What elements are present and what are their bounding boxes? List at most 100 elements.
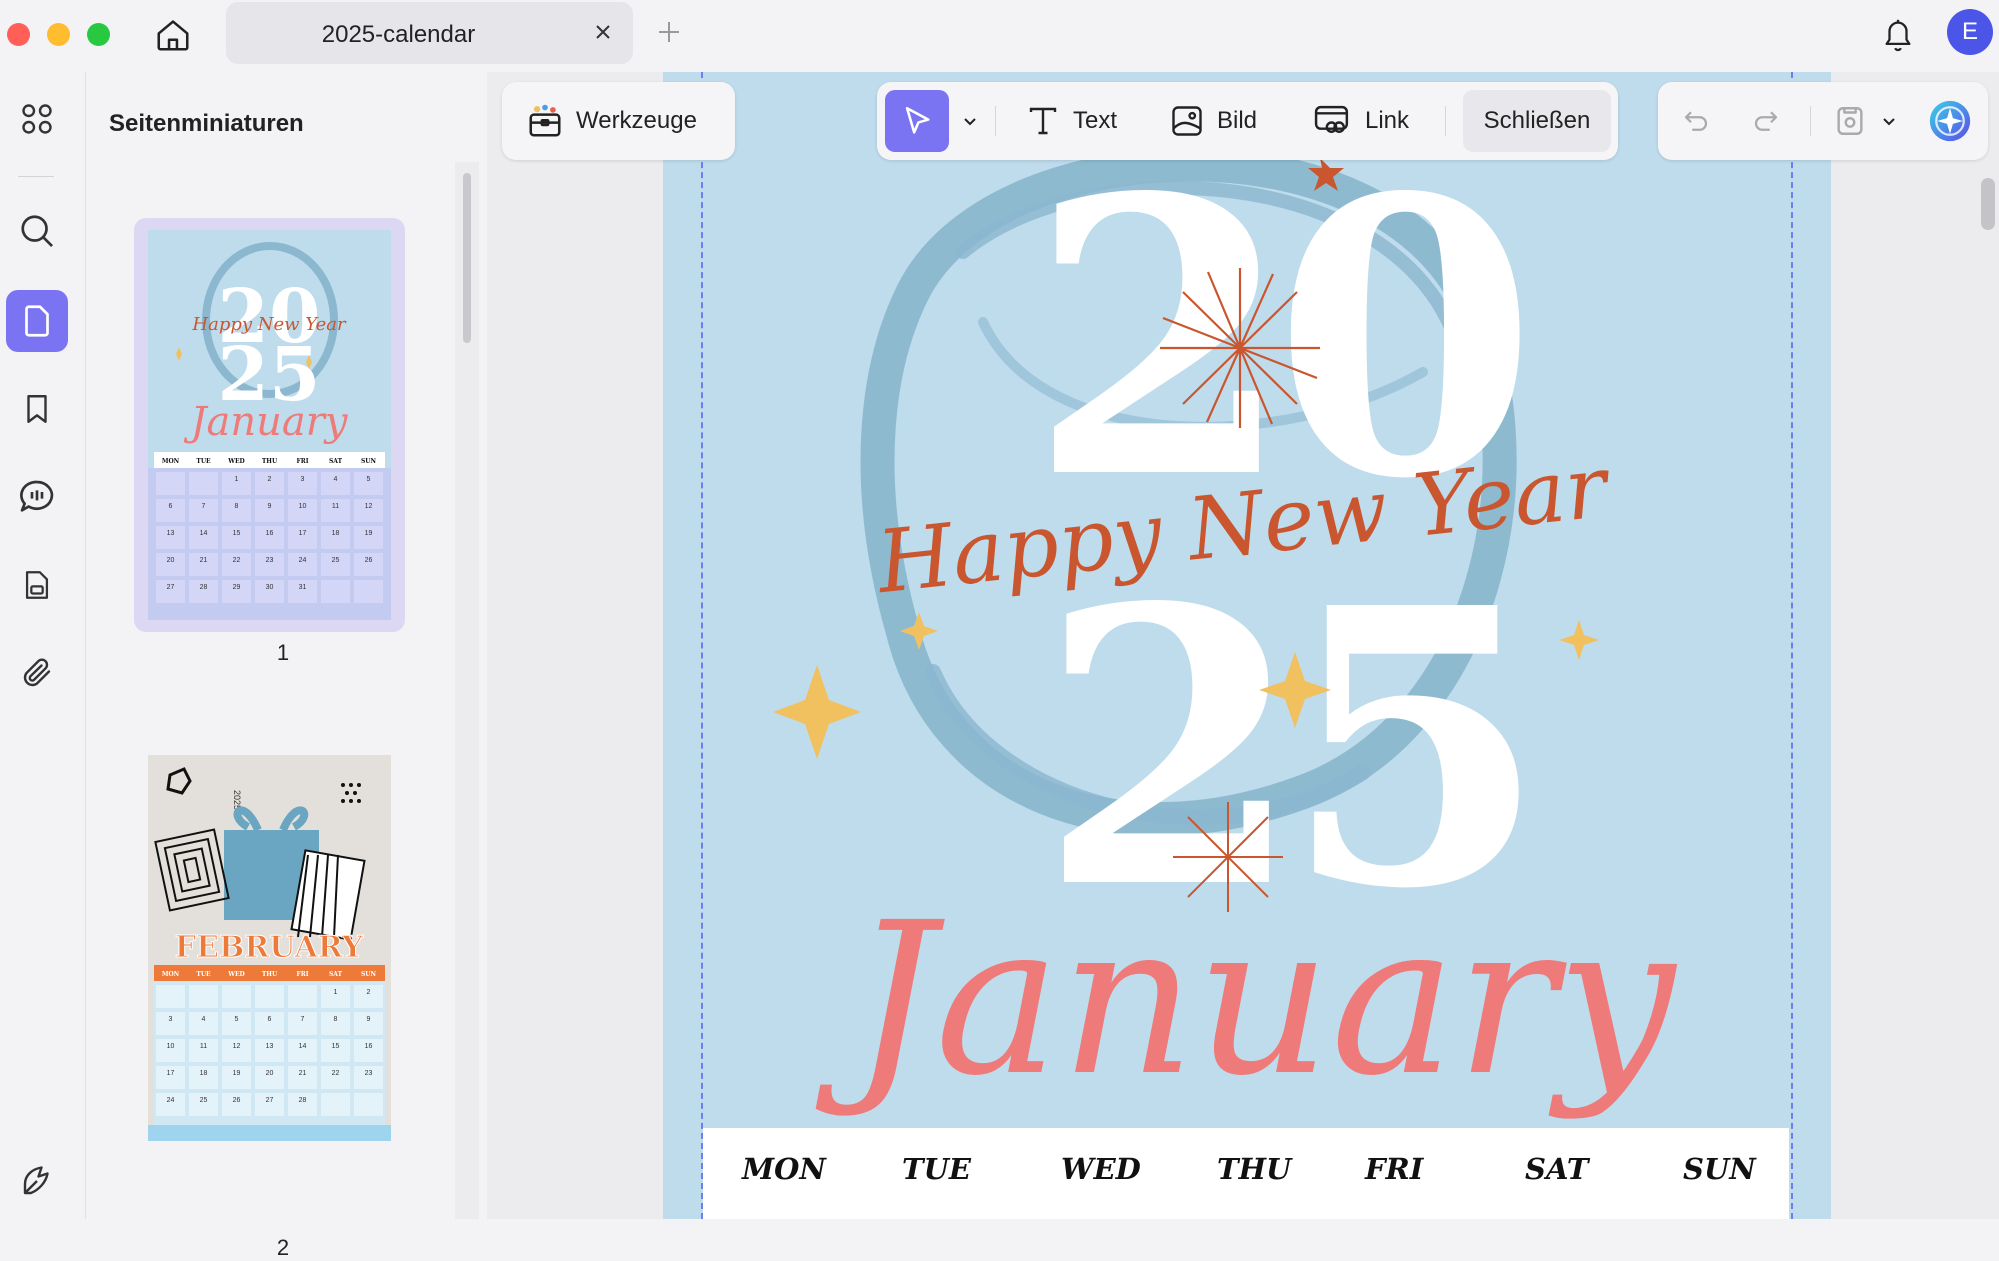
thumbnail-day-cell: [255, 985, 284, 1008]
month-title: January: [815, 877, 1677, 1122]
thumbnail-day-number: 11: [332, 503, 339, 510]
select-tool-button[interactable]: [885, 90, 949, 152]
thumbnail-day-number: 27: [266, 1097, 274, 1104]
link-tool-label: Link: [1365, 107, 1410, 134]
ai-assistant-button[interactable]: [1926, 90, 1974, 152]
thumbnail-weekday: SAT: [329, 458, 343, 465]
rail-organize-button[interactable]: [6, 88, 68, 150]
thumbnail-day-number: 13: [266, 1043, 274, 1050]
thumbnail-day-number: 25: [200, 1097, 208, 1104]
calendar-page[interactable]: 20 25 Happy New Year January: [663, 72, 1831, 1219]
thumbnail-day-number: 4: [334, 476, 338, 483]
thumbnail-2-art: 2025 FEBRUARY MON TUE WED THU FRI SAT SUN 1 23 4…: [148, 755, 391, 1141]
window-minimize-button[interactable]: [47, 23, 70, 46]
thumbnail-day-number: 20: [266, 1070, 274, 1077]
thumbnail-day-number: 25: [332, 557, 340, 564]
thumbnail-weekday: TUE: [196, 971, 211, 978]
thumbnail-day-number: 6: [169, 503, 173, 510]
toolbar-separator: [1810, 106, 1811, 136]
window-zoom-button[interactable]: [87, 23, 110, 46]
close-edit-button[interactable]: Schließen: [1463, 90, 1611, 152]
thumbnail-day-number: 23: [266, 557, 274, 564]
weekday-sat: SAT: [1525, 1152, 1589, 1186]
rail-sign-button[interactable]: [6, 1150, 68, 1212]
thumbnail-day-number: 14: [299, 1043, 307, 1050]
tab-title: 2025-calendar: [321, 21, 476, 48]
tab-close-button[interactable]: [591, 20, 615, 44]
window-close-button[interactable]: [7, 23, 30, 46]
thumbnail-day-number: 31: [299, 584, 307, 591]
ai-assistant-icon: [1929, 100, 1971, 142]
redo-icon: [1754, 111, 1778, 131]
image-tool-label: Bild: [1217, 107, 1258, 134]
thumbnail-day-number: 19: [365, 530, 373, 537]
search-icon: [21, 215, 53, 247]
home-button[interactable]: [150, 12, 196, 58]
thumbnail-day-number: 7: [202, 503, 206, 510]
thumbnail-day-number: 16: [266, 530, 274, 537]
rail-comments-button[interactable]: [6, 466, 68, 528]
rail-thumbnails-button[interactable]: [6, 290, 68, 352]
thumbnail-day-number: 9: [268, 503, 272, 510]
close-icon: [596, 25, 610, 39]
thumbnail-day-number: 23: [365, 1070, 373, 1077]
avatar[interactable]: E: [1947, 9, 1993, 55]
thumbnail-day-number: 5: [367, 476, 371, 483]
page-icon: [25, 305, 49, 337]
save-button[interactable]: [1830, 90, 1870, 152]
form-icon: [25, 571, 49, 599]
notifications-button[interactable]: [1878, 12, 1918, 56]
link-tool-button[interactable]: Link: [1313, 90, 1409, 152]
redo-button[interactable]: [1746, 90, 1786, 152]
select-tool-dropdown[interactable]: [955, 90, 985, 152]
tools-toolbar: Werkzeuge: [502, 82, 735, 160]
toolbar-separator: [995, 106, 996, 136]
rail-search-button[interactable]: [6, 200, 68, 262]
rail-forms-button[interactable]: [6, 554, 68, 616]
thumbnail-page-number: 2: [276, 1235, 290, 1260]
firework-top: [1160, 268, 1320, 428]
thumbnail-day-number: 17: [299, 530, 307, 537]
text-tool-button[interactable]: Text: [1025, 90, 1117, 152]
thumbnail-day-number: 20: [167, 557, 175, 564]
thumbnail-day-number: 15: [332, 1043, 340, 1050]
rail-bookmarks-button[interactable]: [6, 378, 68, 440]
canvas-scrollbar[interactable]: [1981, 178, 1995, 230]
chevron-down-icon: [1883, 118, 1895, 126]
thumbnail-day-number: 11: [200, 1043, 207, 1050]
rail-attachments-button[interactable]: [6, 642, 68, 704]
thumbnail-day-number: 12: [365, 503, 373, 510]
thumbnail-1-headline: Happy New Year: [191, 314, 347, 335]
thumbnail-day-number: 13: [167, 530, 175, 537]
image-tool-button[interactable]: Bild: [1169, 90, 1257, 152]
thumbnail-day-number: 26: [365, 557, 373, 564]
grid-icon: [22, 104, 52, 134]
thumbnail-day-number: 15: [233, 530, 241, 537]
thumbnail-page-number: 1: [276, 640, 290, 665]
thumbnail-day-number: 22: [332, 1070, 340, 1077]
title-bar: 2025-calendar E: [0, 0, 1999, 72]
thumbnail-day-number: 6: [268, 1016, 272, 1023]
new-tab-button[interactable]: [653, 16, 685, 48]
thumbnail-page-1[interactable]: 20 25 Happy New Year January MON TUE WED TH…: [148, 230, 391, 620]
document-tab[interactable]: 2025-calendar: [226, 2, 633, 64]
thumbnail-day-number: 3: [301, 476, 305, 483]
paperclip-icon: [23, 658, 51, 687]
thumbnail-day-number: 22: [233, 557, 241, 564]
thumbnail-weekday: MON: [162, 458, 180, 465]
undo-icon: [1684, 111, 1708, 131]
thumbnail-day-number: 1: [235, 476, 239, 483]
weekday-header: MON TUE WED THU FRI SAT SUN: [703, 1128, 1789, 1219]
tools-label: Werkzeuge: [576, 107, 697, 134]
thumbnail-1-art: 20 25 Happy New Year January MON TUE WED TH…: [148, 230, 391, 620]
thumbnail-day-cell: [222, 985, 251, 1008]
weekday-wed: WED: [1061, 1152, 1141, 1186]
thumbnail-page-2[interactable]: 2025 FEBRUARY MON TUE WED THU FRI SAT SUN 1234…: [148, 755, 391, 1141]
save-options-dropdown[interactable]: [1878, 90, 1900, 152]
thumbnail-weekday: FRI: [296, 458, 308, 465]
undo-button[interactable]: [1676, 90, 1716, 152]
thumbnail-day-number: 24: [167, 1097, 175, 1104]
thumbnail-day-number: 28: [299, 1097, 307, 1104]
thumbnails-scrollbar[interactable]: [463, 173, 471, 343]
tools-button[interactable]: Werkzeuge: [526, 90, 697, 152]
